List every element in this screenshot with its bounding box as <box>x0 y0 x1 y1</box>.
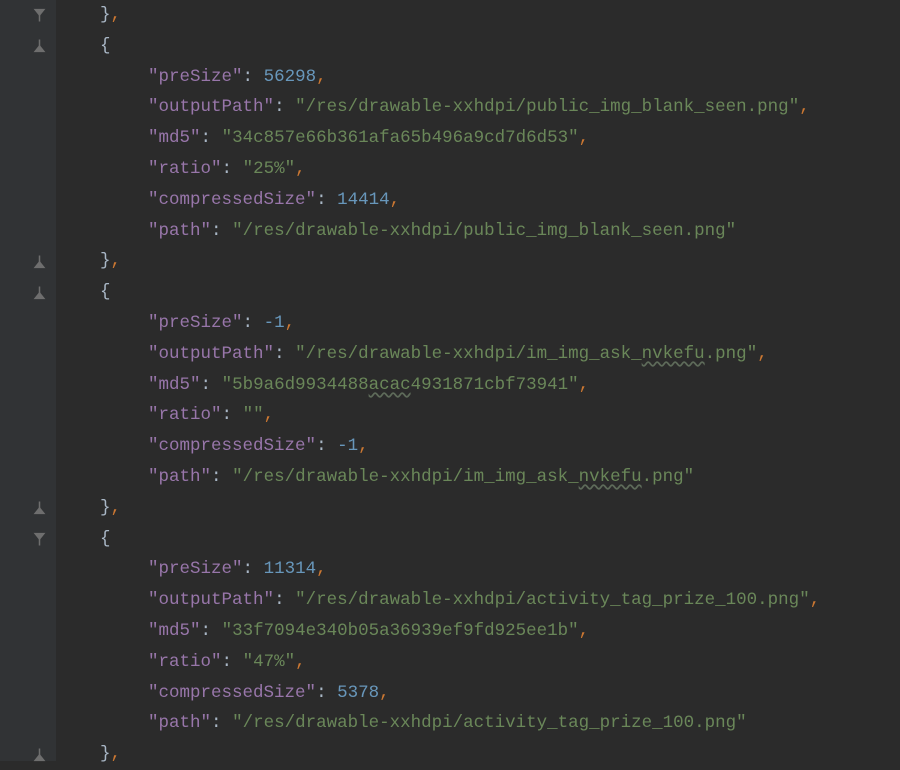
code-line: "compressedSize": 5378, <box>56 678 900 709</box>
code-line: "compressedSize": 14414, <box>56 185 900 216</box>
code-line: }, <box>56 493 900 524</box>
spell-warning: acac <box>369 375 411 395</box>
code-line: "md5": "33f7094e340b05a36939ef9fd925ee1b… <box>56 616 900 647</box>
code-line: "md5": "5b9a6d9934488acac4931871cbf73941… <box>56 370 900 401</box>
code-line: "path": "/res/drawable-xxhdpi/im_img_ask… <box>56 462 900 493</box>
code-line: "md5": "34c857e66b361afa65b496a9cd7d6d53… <box>56 123 900 154</box>
spell-warning: nvkefu <box>642 344 705 364</box>
fold-close-icon[interactable] <box>33 748 46 761</box>
spell-warning: nvkefu <box>579 467 642 487</box>
code-line: { <box>56 277 900 308</box>
code-line: "ratio": "", <box>56 400 900 431</box>
code-line: }, <box>56 246 900 277</box>
code-editor[interactable]: }, { "preSize": 56298, "outputPath": "/r… <box>56 0 900 770</box>
code-line: }, <box>56 739 900 770</box>
fold-close-icon[interactable] <box>33 502 46 515</box>
code-line: { <box>56 524 900 555</box>
code-line: }, <box>56 0 900 31</box>
code-line: "preSize": -1, <box>56 308 900 339</box>
fold-close-icon[interactable] <box>33 255 46 268</box>
fold-toggle-icon[interactable] <box>33 40 46 53</box>
code-line: "ratio": "25%", <box>56 154 900 185</box>
editor-gutter <box>0 0 56 761</box>
code-line: "preSize": 56298, <box>56 62 900 93</box>
code-line: "path": "/res/drawable-xxhdpi/activity_t… <box>56 708 900 739</box>
code-line: "outputPath": "/res/drawable-xxhdpi/acti… <box>56 585 900 616</box>
code-line: "ratio": "47%", <box>56 647 900 678</box>
code-line: "preSize": 11314, <box>56 554 900 585</box>
fold-toggle-icon[interactable] <box>33 532 46 545</box>
code-line: { <box>56 31 900 62</box>
code-line: "compressedSize": -1, <box>56 431 900 462</box>
code-line: "outputPath": "/res/drawable-xxhdpi/publ… <box>56 92 900 123</box>
fold-toggle-icon[interactable] <box>33 286 46 299</box>
code-line: "outputPath": "/res/drawable-xxhdpi/im_i… <box>56 339 900 370</box>
fold-toggle-icon[interactable] <box>33 9 46 22</box>
code-line: "path": "/res/drawable-xxhdpi/public_img… <box>56 216 900 247</box>
